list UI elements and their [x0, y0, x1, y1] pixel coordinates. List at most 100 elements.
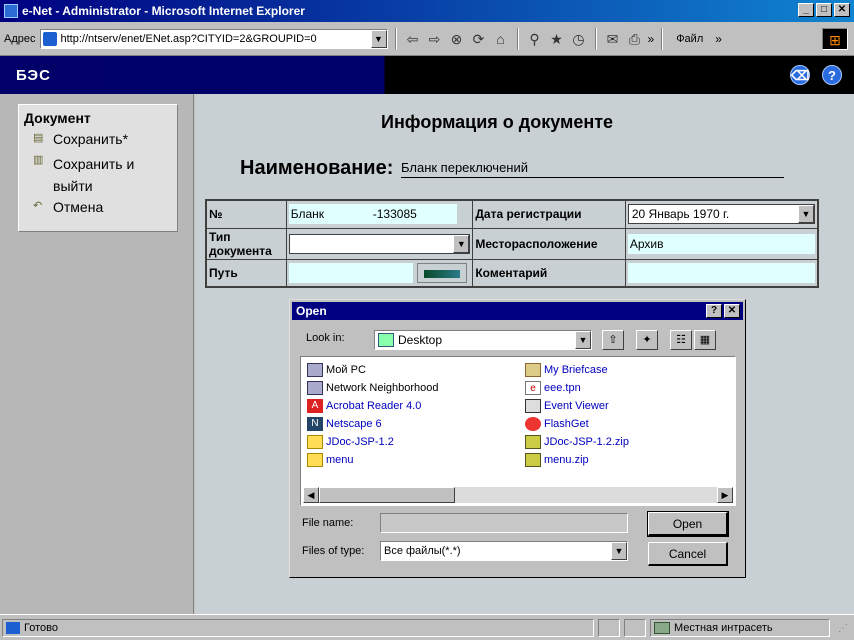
new-folder-icon[interactable]: ✦ — [636, 330, 658, 350]
list-item[interactable]: JDoc-JSP-1.2.zip — [525, 433, 629, 451]
address-label: Адрес — [4, 32, 36, 45]
save-exit-action[interactable]: ▥ Сохранить и выйти — [33, 153, 173, 197]
browse-button[interactable] — [416, 262, 467, 283]
save-action[interactable]: ▤ Сохранить* — [33, 131, 128, 147]
dialog-help-button[interactable]: ? — [706, 304, 722, 318]
file-list[interactable]: Мой PC Network Neighborhood A Acrobat Re… — [300, 356, 736, 506]
number-value-field[interactable]: -133085 — [370, 204, 457, 225]
maximize-button[interactable]: □ — [816, 3, 832, 17]
window-title: e-Net - Administrator - Microsoft Intern… — [22, 4, 305, 18]
file-name: JDoc-JSP-1.2.zip — [544, 436, 629, 448]
search-icon[interactable]: ⚲ — [526, 30, 544, 48]
dialog-title: Open — [296, 304, 327, 318]
list-item[interactable]: menu.zip — [525, 451, 589, 469]
back-icon[interactable]: ⇦ — [404, 30, 422, 48]
dialog-titlebar[interactable]: Open ? ✕ — [292, 302, 743, 320]
mail-icon[interactable]: ✉ — [604, 30, 622, 48]
chevron-down-icon[interactable]: ▼ — [370, 29, 387, 48]
ie-icon — [4, 4, 18, 18]
status-zone: Местная интрасеть — [650, 619, 830, 637]
up-folder-icon[interactable]: ⇧ — [602, 330, 624, 350]
list-item[interactable]: A Acrobat Reader 4.0 — [307, 397, 421, 415]
look-in-label: Look in: — [306, 332, 345, 344]
open-button[interactable]: Open — [647, 511, 729, 537]
file-name: Event Viewer — [544, 400, 609, 412]
chevron-down-icon[interactable]: ▼ — [453, 234, 470, 253]
chevron-down-icon[interactable]: ▼ — [575, 331, 591, 349]
list-item[interactable]: My Briefcase — [525, 361, 608, 379]
address-field[interactable]: http://ntserv/enet/ENet.asp?CITYID=2&GRO… — [39, 28, 388, 49]
computer-icon — [307, 363, 323, 377]
file-name: My Briefcase — [544, 364, 608, 376]
chevron-down-icon[interactable]: ▼ — [798, 205, 814, 224]
file-name-label: File name: — [302, 517, 354, 529]
list-item[interactable]: Мой PC — [307, 361, 366, 379]
number-prefix-field[interactable]: Бланк — [288, 204, 371, 225]
file-type-select[interactable]: Все файлы(*.*) ▼ — [380, 541, 628, 561]
scroll-right-icon[interactable]: ▶ — [717, 487, 733, 503]
list-item[interactable]: JDoc-JSP-1.2 — [307, 433, 394, 451]
window-titlebar[interactable]: e-Net - Administrator - Microsoft Intern… — [0, 0, 854, 22]
horizontal-scrollbar[interactable]: ◀ ▶ — [303, 487, 733, 503]
resize-grip-icon[interactable]: ⋰ — [838, 623, 850, 635]
path-field[interactable] — [288, 262, 413, 283]
toolbar-separator — [516, 27, 519, 50]
chevron-down-icon[interactable]: ▼ — [611, 542, 627, 560]
open-dialog: Open ? ✕ Look in: Desktop ▼ ⇧ ✦ ☷ ▦ Мой … — [289, 299, 746, 578]
status-pane-empty — [598, 619, 620, 637]
list-view-icon[interactable]: ☷ — [670, 330, 692, 350]
list-item[interactable]: Event Viewer — [525, 397, 609, 415]
list-item[interactable]: menu — [307, 451, 354, 469]
sidebar: Документ ▤ Сохранить* ▥ Сохранить и выйт… — [0, 94, 194, 614]
eraser-icon[interactable]: ⌫ — [790, 65, 810, 85]
history-icon[interactable]: ◷ — [570, 30, 588, 48]
intranet-icon — [654, 622, 670, 634]
zip-icon — [525, 453, 541, 467]
path-cell — [285, 258, 474, 288]
look-in-value: Desktop — [398, 333, 443, 347]
cancel-action[interactable]: ↶ Отмена — [33, 199, 103, 215]
event-viewer-icon — [525, 399, 541, 413]
location-cell: Архив — [624, 227, 819, 260]
reg-date-value: 20 Январь 1970 г. — [631, 207, 730, 222]
save-icon: ▤ — [33, 132, 44, 144]
number-cell: Бланк -133085 — [285, 199, 474, 229]
file-name-field[interactable] — [380, 513, 628, 533]
scroll-left-icon[interactable]: ◀ — [303, 487, 319, 503]
reg-date-select[interactable]: 20 Январь 1970 г. ▼ — [627, 204, 815, 225]
name-field[interactable]: Бланк переключений — [401, 160, 784, 178]
stop-icon[interactable]: ⊗ — [448, 30, 466, 48]
print-icon[interactable]: ⎙ — [626, 30, 644, 48]
toolbar-chevron[interactable]: » — [648, 32, 655, 46]
dialog-close-button[interactable]: ✕ — [724, 304, 740, 318]
details-view-icon[interactable]: ▦ — [694, 330, 716, 350]
file-type-label: Files of type: — [302, 545, 365, 557]
list-item[interactable]: N Netscape 6 — [307, 415, 382, 433]
network-icon — [307, 381, 323, 395]
menu-file[interactable]: Файл — [676, 33, 703, 45]
location-field[interactable]: Архив — [627, 233, 815, 254]
scroll-thumb[interactable] — [319, 487, 455, 503]
netscape-icon: N — [307, 417, 323, 431]
look-in-select[interactable]: Desktop ▼ — [374, 330, 592, 350]
app-title: БЭС — [16, 67, 51, 84]
document-form: № Бланк -133085 Дата регистрации 20 Янва… — [205, 199, 819, 288]
list-item[interactable]: FlashGet — [525, 415, 589, 433]
cancel-button[interactable]: Cancel — [648, 542, 728, 566]
favorites-icon[interactable]: ★ — [548, 30, 566, 48]
page-title: Информация о документе — [381, 112, 614, 132]
comment-cell — [624, 258, 819, 288]
doc-type-select[interactable]: ▼ — [288, 233, 471, 254]
minimize-button[interactable]: _ — [798, 3, 814, 17]
name-label: Наименование: — [240, 157, 394, 179]
refresh-icon[interactable]: ⟳ — [470, 30, 488, 48]
file-name: JDoc-JSP-1.2 — [326, 436, 394, 448]
menu-chevron[interactable]: » — [715, 32, 722, 46]
list-item[interactable]: e eee.tpn — [525, 379, 581, 397]
help-icon[interactable]: ? — [822, 65, 842, 85]
forward-icon[interactable]: ⇨ — [426, 30, 444, 48]
close-button[interactable]: ✕ — [834, 3, 850, 17]
list-item[interactable]: Network Neighborhood — [307, 379, 439, 397]
comment-field[interactable] — [627, 262, 815, 283]
home-icon[interactable]: ⌂ — [492, 30, 510, 48]
